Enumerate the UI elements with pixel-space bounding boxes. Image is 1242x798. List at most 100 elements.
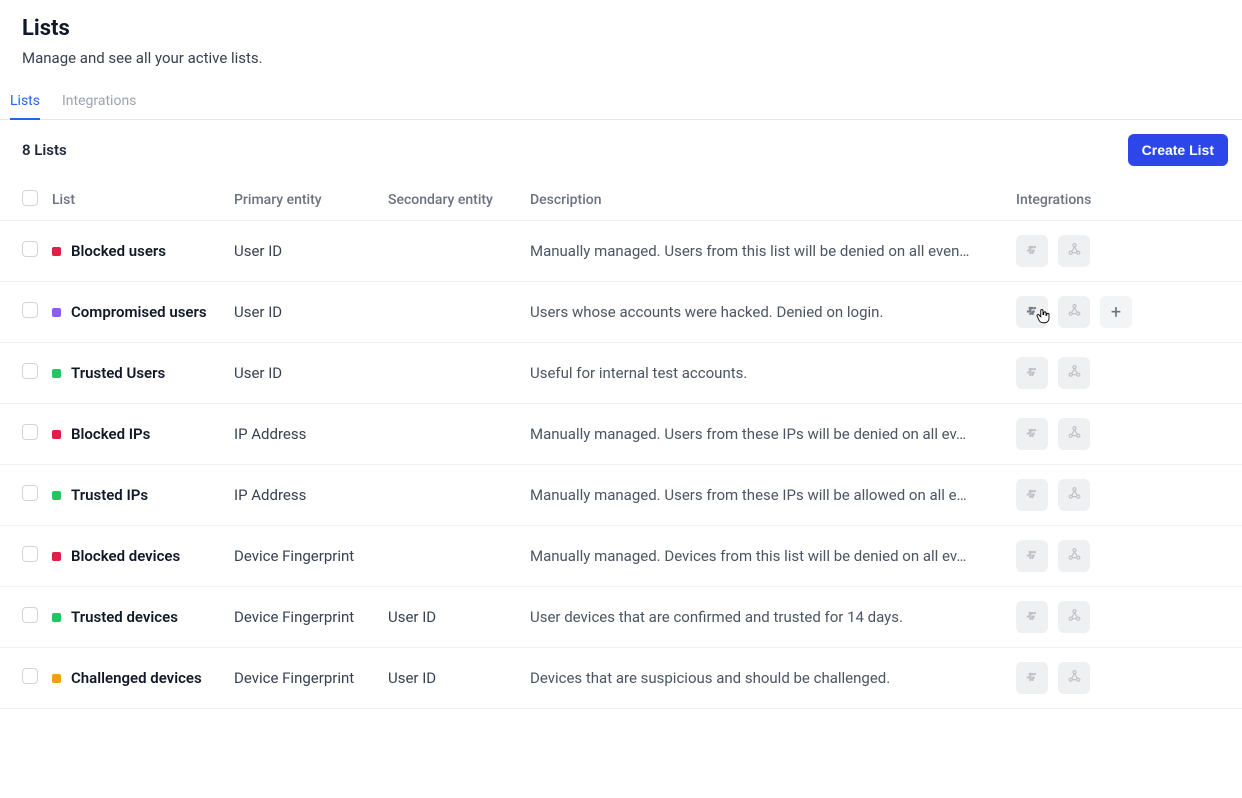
integrations-cell: + <box>1016 296 1242 328</box>
row-checkbox[interactable] <box>22 607 38 623</box>
status-dot <box>52 247 61 256</box>
webhook-icon <box>1067 547 1082 566</box>
row-checkbox[interactable] <box>22 424 38 440</box>
tab-lists[interactable]: Lists <box>10 85 40 119</box>
list-name: Blocked IPs <box>71 425 150 443</box>
list-name-cell[interactable]: Trusted Users <box>52 364 234 382</box>
row-checkbox[interactable] <box>22 668 38 684</box>
row-checkbox[interactable] <box>22 302 38 318</box>
webhook-integration-button[interactable] <box>1058 540 1090 572</box>
webhook-integration-button[interactable] <box>1058 601 1090 633</box>
description: User devices that are confirmed and trus… <box>530 608 1016 626</box>
table-row[interactable]: Blocked devices Device Fingerprint Manuall… <box>0 526 1242 587</box>
table-row[interactable]: Trusted devicesDevice FingerprintUser ID… <box>0 587 1242 648</box>
tabs: Lists Integrations <box>0 85 1242 120</box>
description: Users whose accounts were hacked. Denied… <box>530 303 1016 321</box>
integrations-cell <box>1016 357 1242 389</box>
table-row[interactable]: Blocked IPs IP Address Manually managed. U… <box>0 404 1242 465</box>
status-dot <box>52 674 61 683</box>
webhook-icon <box>1067 608 1082 627</box>
table-row[interactable]: Compromised usersUser IDUsers whose acco… <box>0 282 1242 343</box>
table-header: List Primary entity Secondary entity Des… <box>0 180 1242 221</box>
slack-integration-button[interactable] <box>1016 235 1048 267</box>
list-name-cell[interactable]: Blocked IPs <box>52 425 234 443</box>
tab-integrations[interactable]: Integrations <box>62 85 136 119</box>
slack-integration-button[interactable] <box>1016 296 1048 328</box>
webhook-icon <box>1067 242 1082 261</box>
webhook-integration-button[interactable] <box>1058 235 1090 267</box>
slack-icon <box>1025 364 1039 383</box>
description: Manually managed. Users from these IPs w… <box>530 486 1016 504</box>
primary-entity: User ID <box>234 242 388 260</box>
webhook-integration-button[interactable] <box>1058 357 1090 389</box>
col-primary: Primary entity <box>234 192 388 208</box>
webhook-integration-button[interactable] <box>1058 479 1090 511</box>
integrations-cell <box>1016 601 1242 633</box>
col-integrations: Integrations <box>1016 192 1242 208</box>
integrations-cell <box>1016 418 1242 450</box>
page-subtitle: Manage and see all your active lists. <box>22 49 1220 67</box>
col-description: Description <box>530 192 1016 208</box>
status-dot <box>52 308 61 317</box>
list-name-cell[interactable]: Trusted IPs <box>52 486 234 504</box>
slack-integration-button[interactable] <box>1016 662 1048 694</box>
add-integration-button[interactable]: + <box>1100 296 1132 328</box>
lists-table: List Primary entity Secondary entity Des… <box>0 180 1242 709</box>
webhook-integration-button[interactable] <box>1058 296 1090 328</box>
create-list-button[interactable]: Create List <box>1128 134 1228 166</box>
integrations-cell <box>1016 479 1242 511</box>
integrations-cell <box>1016 662 1242 694</box>
description: Manually managed. Devices from this list… <box>530 547 1016 565</box>
slack-icon <box>1025 425 1039 444</box>
list-name: Trusted Users <box>71 364 165 382</box>
row-checkbox[interactable] <box>22 241 38 257</box>
integrations-cell <box>1016 540 1242 572</box>
list-name: Trusted IPs <box>71 486 148 504</box>
primary-entity: Device Fingerprint <box>234 608 388 626</box>
list-name-cell[interactable]: Blocked users <box>52 242 234 260</box>
status-dot <box>52 430 61 439</box>
col-secondary: Secondary entity <box>388 192 530 208</box>
slack-icon <box>1025 547 1039 566</box>
table-row[interactable]: Blocked usersUser IDManually managed. Us… <box>0 221 1242 282</box>
list-name-cell[interactable]: Compromised users <box>52 303 234 321</box>
row-checkbox[interactable] <box>22 363 38 379</box>
table-row[interactable]: Challenged devicesDevice FingerprintUser… <box>0 648 1242 709</box>
list-name-cell[interactable]: Trusted devices <box>52 608 234 626</box>
status-dot <box>52 552 61 561</box>
status-dot <box>52 613 61 622</box>
list-count: 8 Lists <box>22 141 67 159</box>
list-name-cell[interactable]: Blocked devices <box>52 547 234 565</box>
primary-entity: Device Fingerprint <box>234 547 388 565</box>
list-name-cell[interactable]: Challenged devices <box>52 669 234 687</box>
description: Useful for internal test accounts. <box>530 364 1016 382</box>
secondary-entity: User ID <box>388 669 530 687</box>
slack-integration-button[interactable] <box>1016 418 1048 450</box>
webhook-icon <box>1067 486 1082 505</box>
slack-icon <box>1025 669 1039 688</box>
table-row[interactable]: Trusted UsersUser IDUseful for internal … <box>0 343 1242 404</box>
status-dot <box>52 369 61 378</box>
webhook-icon <box>1067 303 1082 322</box>
select-all-checkbox[interactable] <box>22 190 38 206</box>
col-list: List <box>52 192 234 208</box>
primary-entity: Device Fingerprint <box>234 669 388 687</box>
webhook-icon <box>1067 669 1082 688</box>
slack-integration-button[interactable] <box>1016 479 1048 511</box>
slack-icon <box>1025 486 1039 505</box>
table-row[interactable]: Trusted IPs IP Address Manually managed. U… <box>0 465 1242 526</box>
slack-integration-button[interactable] <box>1016 357 1048 389</box>
row-checkbox[interactable] <box>22 485 38 501</box>
slack-integration-button[interactable] <box>1016 601 1048 633</box>
slack-integration-button[interactable] <box>1016 540 1048 572</box>
description: Manually managed. Users from these IPs w… <box>530 425 1016 443</box>
webhook-integration-button[interactable] <box>1058 418 1090 450</box>
list-name: Blocked devices <box>71 547 180 565</box>
slack-icon <box>1025 242 1039 261</box>
primary-entity: IP Address <box>234 425 388 443</box>
slack-icon <box>1025 303 1039 322</box>
plus-icon: + <box>1111 302 1121 323</box>
row-checkbox[interactable] <box>22 546 38 562</box>
webhook-integration-button[interactable] <box>1058 662 1090 694</box>
primary-entity: IP Address <box>234 486 388 504</box>
